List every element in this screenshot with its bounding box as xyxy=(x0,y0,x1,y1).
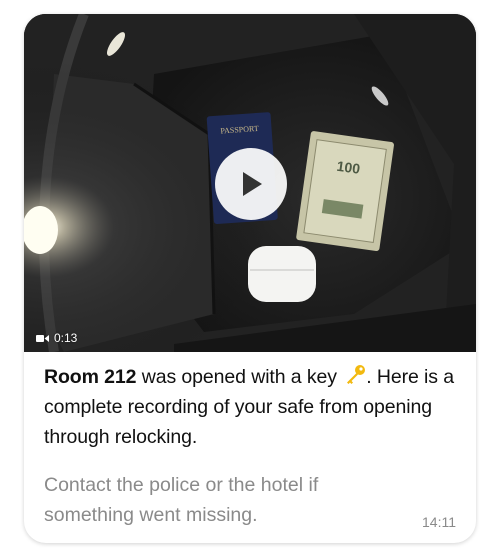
message-bubble: PASSPORT 100 0:13 Room 212 was opened wi… xyxy=(24,14,476,543)
banknote-label: 100 xyxy=(336,158,362,177)
video-camera-icon xyxy=(36,334,49,342)
video-duration: 0:13 xyxy=(36,331,77,345)
message-timestamp: 14:11 xyxy=(422,514,456,530)
secondary-text: Contact the police or the hotel if somet… xyxy=(44,474,319,526)
video-thumbnail[interactable]: PASSPORT 100 0:13 xyxy=(24,14,476,352)
key-icon xyxy=(347,365,366,384)
message-text: Room 212 was opened with a key . Here is… xyxy=(44,362,464,452)
play-button[interactable] xyxy=(215,148,287,220)
play-icon xyxy=(243,172,262,196)
message-text-part1: was opened with a key xyxy=(136,366,343,388)
room-name: Room 212 xyxy=(44,366,137,388)
duration-label: 0:13 xyxy=(54,331,78,345)
